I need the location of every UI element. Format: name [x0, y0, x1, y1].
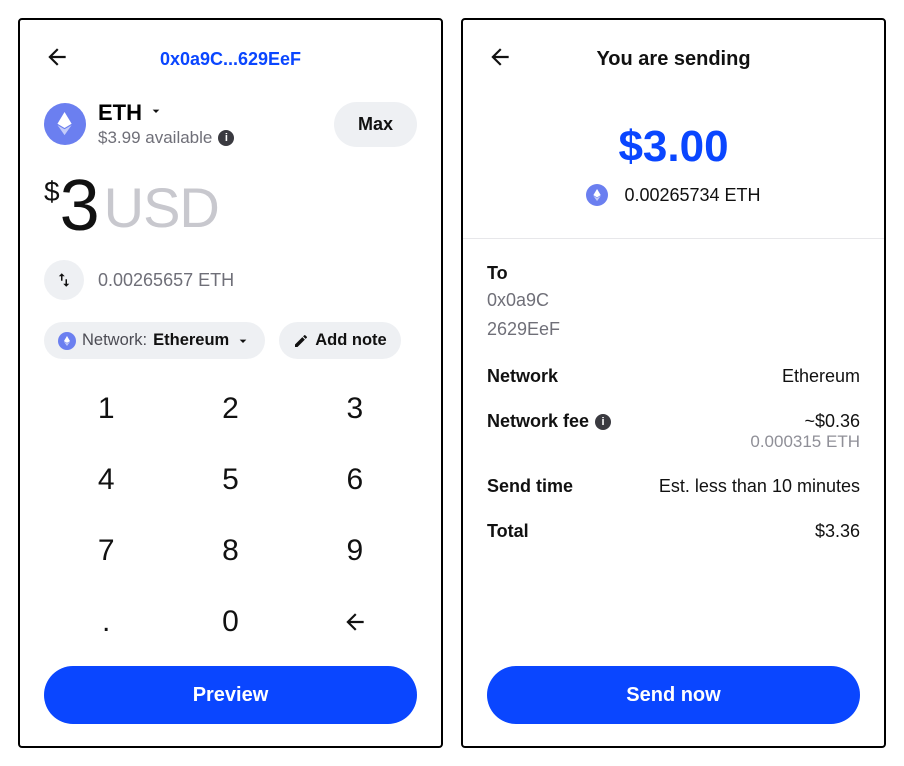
chevron-down-icon — [148, 103, 164, 124]
key-8[interactable]: 8 — [168, 516, 292, 587]
key-9[interactable]: 9 — [293, 516, 417, 587]
back-button[interactable] — [44, 44, 70, 75]
fee-eth: 0.000315 ETH — [750, 432, 860, 452]
eth-icon — [44, 103, 86, 145]
network-prefix: Network: — [82, 331, 147, 350]
send-now-button[interactable]: Send now — [487, 666, 860, 724]
detail-network: Network Ethereum — [487, 366, 860, 387]
chevron-down-icon — [235, 333, 251, 349]
details-list: To 0x0a9C 2629EeF Network Ethereum Netwo… — [487, 263, 860, 542]
hero-crypto-row: 0.00265734 ETH — [586, 184, 760, 206]
network-value: Ethereum — [782, 366, 860, 387]
send-time-label: Send time — [487, 476, 573, 497]
total-label: Total — [487, 521, 529, 542]
swap-row: 0.00265657 ETH — [44, 260, 417, 300]
info-icon[interactable]: i — [218, 130, 234, 146]
currency-suffix: USD — [104, 180, 219, 236]
key-1[interactable]: 1 — [44, 373, 168, 444]
key-6[interactable]: 6 — [293, 444, 417, 515]
detail-total: Total $3.36 — [487, 521, 860, 542]
divider — [463, 238, 884, 239]
crypto-equivalent: 0.00265657 ETH — [98, 270, 234, 291]
key-0[interactable]: 0 — [168, 587, 292, 658]
amount-display: $ 3 USD — [44, 170, 417, 244]
swap-icon — [55, 271, 73, 289]
to-label: To — [487, 263, 860, 284]
eth-mini-icon — [58, 332, 76, 350]
asset-symbol: ETH — [98, 100, 142, 126]
to-address-line2: 2629EeF — [487, 317, 860, 342]
available-balance-row: $3.99 available i — [98, 128, 334, 148]
pill-row: Network: Ethereum Add note — [44, 322, 417, 359]
preview-button[interactable]: Preview — [44, 666, 417, 724]
key-backspace[interactable] — [293, 587, 417, 658]
detail-send-time: Send time Est. less than 10 minutes — [487, 476, 860, 497]
fee-usd: ~$0.36 — [750, 411, 860, 432]
key-3[interactable]: 3 — [293, 373, 417, 444]
key-2[interactable]: 2 — [168, 373, 292, 444]
asset-row: ETH $3.99 available i Max — [44, 100, 417, 148]
network-name: Ethereum — [153, 331, 229, 350]
network-label: Network — [487, 366, 558, 387]
eth-icon — [586, 184, 608, 206]
available-balance: $3.99 available — [98, 128, 212, 148]
key-7[interactable]: 7 — [44, 516, 168, 587]
hero-amount: $3.00 0.00265734 ETH — [487, 122, 860, 206]
currency-prefix: $ — [44, 176, 60, 208]
pencil-icon — [293, 333, 309, 349]
amount-value: 3 — [60, 170, 98, 242]
asset-selector[interactable]: ETH — [98, 100, 334, 126]
network-fee-label: Network fee i — [487, 411, 611, 432]
asset-info: ETH $3.99 available i — [98, 100, 334, 148]
to-address-line1: 0x0a9C — [487, 288, 860, 313]
network-selector[interactable]: Network: Ethereum — [44, 322, 265, 359]
arrow-left-icon — [487, 44, 513, 70]
send-confirm-screen: You are sending $3.00 0.00265734 ETH To … — [461, 18, 886, 748]
add-note-button[interactable]: Add note — [279, 322, 401, 359]
swap-currency-button[interactable] — [44, 260, 84, 300]
send-amount-screen: 0x0a9C...629EeF ETH $3.99 available i Ma… — [18, 18, 443, 748]
key-4[interactable]: 4 — [44, 444, 168, 515]
network-fee-value: ~$0.36 0.000315 ETH — [750, 411, 860, 452]
total-value: $3.36 — [815, 521, 860, 542]
arrow-left-icon — [44, 44, 70, 70]
hero-usd-amount: $3.00 — [487, 122, 860, 172]
detail-to: To 0x0a9C 2629EeF — [487, 263, 860, 342]
back-button[interactable] — [487, 44, 513, 75]
network-fee-label-text: Network fee — [487, 411, 589, 432]
detail-network-fee: Network fee i ~$0.36 0.000315 ETH — [487, 411, 860, 452]
recipient-address-link[interactable]: 0x0a9C...629EeF — [70, 49, 391, 70]
backspace-icon — [342, 609, 368, 635]
info-icon[interactable]: i — [595, 414, 611, 430]
key-5[interactable]: 5 — [168, 444, 292, 515]
max-button[interactable]: Max — [334, 102, 417, 147]
key-dot[interactable]: . — [44, 587, 168, 658]
hero-crypto-amount: 0.00265734 ETH — [624, 185, 760, 206]
add-note-label: Add note — [315, 331, 387, 350]
topbar: You are sending — [487, 40, 860, 78]
page-title: You are sending — [487, 48, 860, 71]
topbar: 0x0a9C...629EeF — [44, 40, 417, 78]
numeric-keypad: 1 2 3 4 5 6 7 8 9 . 0 — [44, 373, 417, 658]
send-time-value: Est. less than 10 minutes — [659, 476, 860, 497]
